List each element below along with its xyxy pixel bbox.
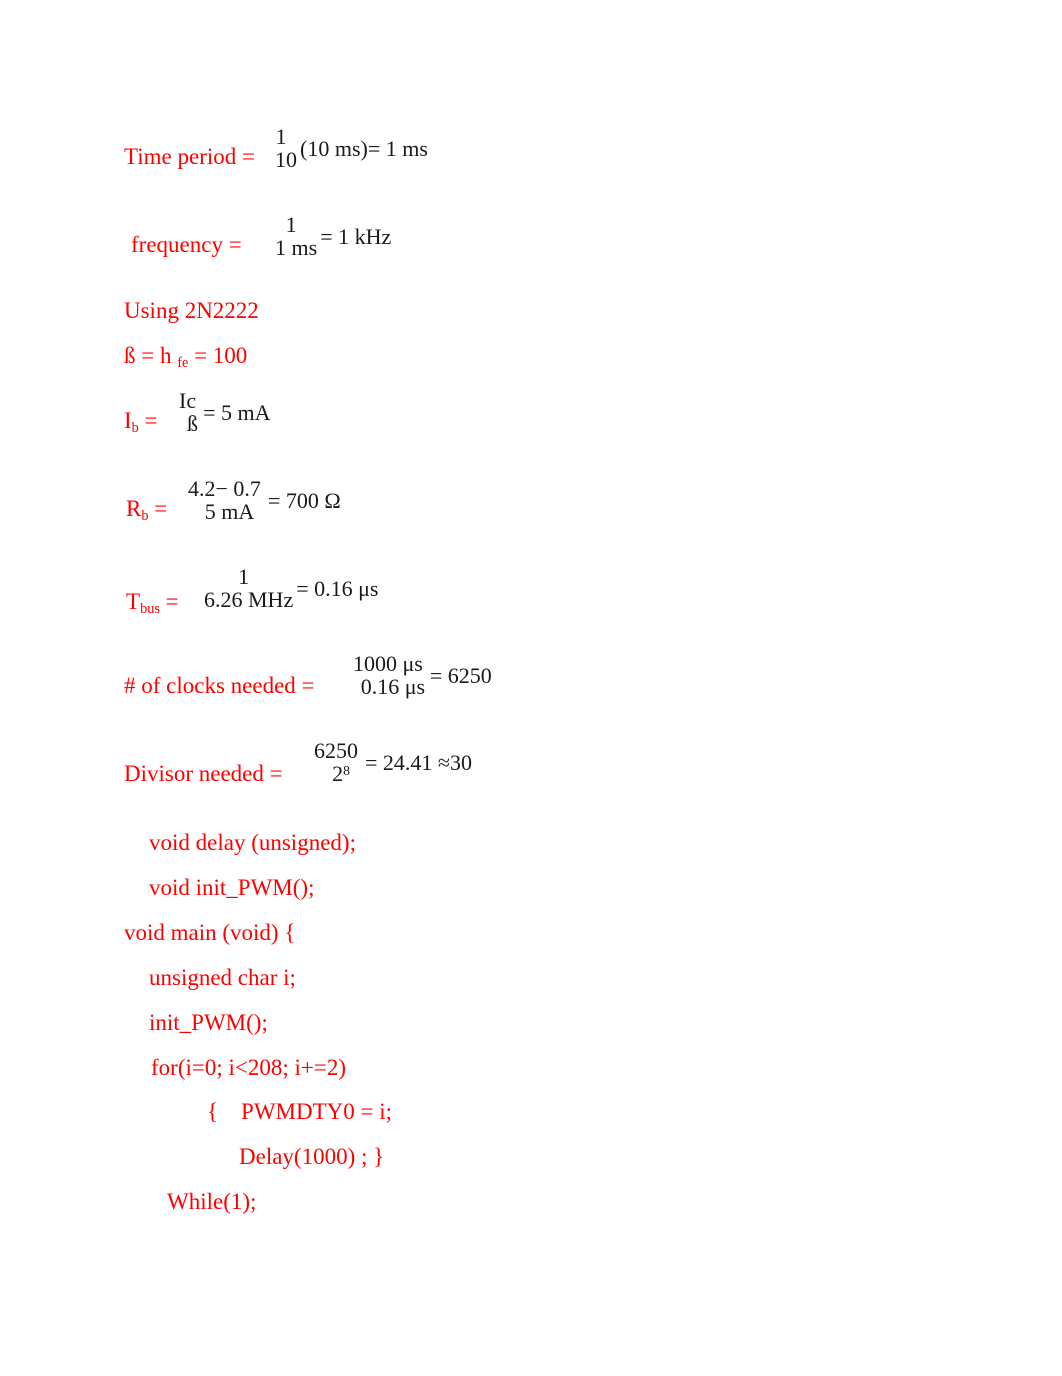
equals-sign: = xyxy=(159,589,179,614)
code-text: void delay (unsigned); xyxy=(149,830,356,855)
heading-text: Using 2N2222 xyxy=(124,298,259,323)
gain-equals-h: = h xyxy=(135,343,178,368)
math-expression: 1000 μs 0.16 μs = 6250 xyxy=(352,651,492,700)
gain-value: = 100 xyxy=(188,343,248,368)
equation-result: = 24.41 ≈30 xyxy=(365,749,472,775)
equation-label: Tbus = xyxy=(126,589,179,618)
power-base: 2 xyxy=(332,761,344,787)
code-text: void main (void) { xyxy=(124,920,296,945)
transistor-heading: Using 2N2222 xyxy=(124,299,259,322)
code-line: Delay(1000) ; } xyxy=(239,1145,384,1168)
fraction: 6250 28 xyxy=(314,738,362,786)
equation-base-current: Ib = xyxy=(124,408,158,437)
equation-divisor-needed-expression: 6250 28 = 24.41 ≈30 xyxy=(313,738,472,786)
math-expression: 1 6.26 MHz = 0.16 μs xyxy=(197,564,379,613)
equation-base-resistor-expression: 4.2− 0.7 5 mA = 700 Ω xyxy=(187,476,341,525)
math-expression: 6250 28 = 24.41 ≈30 xyxy=(313,738,472,786)
code-text: void init_PWM(); xyxy=(149,875,315,900)
math-expression: Ic ß = 5 mA xyxy=(178,388,271,437)
fraction-denominator: 6.26 MHz xyxy=(204,587,294,613)
transistor-gain-equation: ß = h fe = 100 xyxy=(124,343,248,372)
math-expression: 1 10 (10 ms)= 1 ms xyxy=(268,124,428,173)
code-text: Delay(1000) ; } xyxy=(239,1144,385,1169)
fraction: 1 1 ms xyxy=(269,212,318,261)
equation-clocks-needed-expression: 1000 μs 0.16 μs = 6250 xyxy=(352,651,492,700)
fraction-numerator: Ic xyxy=(179,388,197,413)
equation-label: Ib = xyxy=(124,408,158,437)
fraction: 1 10 xyxy=(269,124,297,173)
subscript-b: b xyxy=(141,508,149,525)
equation-time-period: Time period = xyxy=(124,145,255,168)
symbol-T: T xyxy=(126,589,141,614)
equation-frequency: frequency = xyxy=(131,233,242,256)
code-line: for(i=0; i<208; i+=2) xyxy=(151,1056,346,1079)
equation-label: frequency = xyxy=(131,232,242,257)
fraction: Ic ß xyxy=(179,388,200,437)
fraction-denominator: 28 xyxy=(326,763,350,785)
beta-symbol: ß xyxy=(124,343,136,368)
code-line: unsigned char i; xyxy=(149,966,296,989)
equation-result: = 1 kHz xyxy=(320,223,392,249)
fraction: 1000 μs 0.16 μs xyxy=(353,651,427,700)
subscript-bus: bus xyxy=(140,601,160,618)
equation-frequency-expression: 1 1 ms = 1 kHz xyxy=(268,212,392,261)
equation-bus-period: Tbus = xyxy=(126,589,179,618)
math-expression: 1 1 ms = 1 kHz xyxy=(268,212,392,261)
equation-divisor-needed: Divisor needed = xyxy=(124,762,283,785)
code-line: { PWMDTY0 = i; xyxy=(207,1100,392,1123)
equation-label: Time period = xyxy=(124,144,255,169)
document-page: Time period = 1 10 (10 ms)= 1 ms frequen… xyxy=(0,0,1062,1376)
equals-sign: = xyxy=(138,408,158,433)
equation-base-resistor: Rb = xyxy=(126,496,168,525)
fraction: 1 6.26 MHz xyxy=(198,564,294,613)
fraction-numerator: 1 xyxy=(275,124,287,149)
equation-result: = 700 Ω xyxy=(267,487,341,513)
equation-label: # of clocks needed = xyxy=(124,673,315,698)
fraction-denominator: 0.16 μs xyxy=(360,674,426,700)
fraction-numerator: 4.2− 0.7 xyxy=(188,476,261,501)
fraction-numerator: 6250 xyxy=(314,738,358,763)
fraction: 4.2− 0.7 5 mA xyxy=(188,476,265,525)
equation-base-current-expression: Ic ß = 5 mA xyxy=(178,388,271,437)
equation-label: Rb = xyxy=(126,496,168,525)
code-line: init_PWM(); xyxy=(149,1011,268,1034)
code-line: While(1); xyxy=(167,1190,256,1213)
power-exponent: 8 xyxy=(343,762,350,778)
fraction-numerator: 1 xyxy=(238,564,250,589)
hfe-subscript: fe xyxy=(177,355,189,372)
symbol-I: I xyxy=(124,408,132,433)
code-text: unsigned char i; xyxy=(149,965,296,990)
symbol-R: R xyxy=(126,496,142,521)
code-text: While(1); xyxy=(167,1189,257,1214)
code-text: { PWMDTY0 = i; xyxy=(207,1099,393,1124)
subscript-b: b xyxy=(131,420,139,437)
equation-bus-period-expression: 1 6.26 MHz = 0.16 μs xyxy=(197,564,379,613)
equation-result: = 6250 xyxy=(429,662,492,688)
equation-result: = 5 mA xyxy=(203,399,271,425)
fraction-denominator: 1 ms xyxy=(275,235,318,261)
code-line: void init_PWM(); xyxy=(149,876,314,899)
gain-expression: ß = h fe = 100 xyxy=(124,343,248,372)
equation-result: (10 ms)= 1 ms xyxy=(300,135,428,161)
code-line: void delay (unsigned); xyxy=(149,831,356,854)
fraction-numerator: 1 xyxy=(285,212,297,237)
equation-label: Divisor needed = xyxy=(124,761,283,786)
equation-result: = 0.16 μs xyxy=(296,575,379,601)
math-expression: 4.2− 0.7 5 mA = 700 Ω xyxy=(187,476,341,525)
fraction-denominator: 5 mA xyxy=(204,499,255,525)
code-line: void main (void) { xyxy=(124,921,295,944)
fraction-denominator: 10 xyxy=(275,147,297,173)
fraction-numerator: 1000 μs xyxy=(353,651,423,676)
equals-sign: = xyxy=(148,496,168,521)
code-text: init_PWM(); xyxy=(149,1010,268,1035)
equation-time-period-expression: 1 10 (10 ms)= 1 ms xyxy=(268,124,428,173)
fraction-denominator: ß xyxy=(187,411,199,437)
equation-clocks-needed: # of clocks needed = xyxy=(124,674,315,697)
code-text: for(i=0; i<208; i+=2) xyxy=(151,1055,346,1080)
